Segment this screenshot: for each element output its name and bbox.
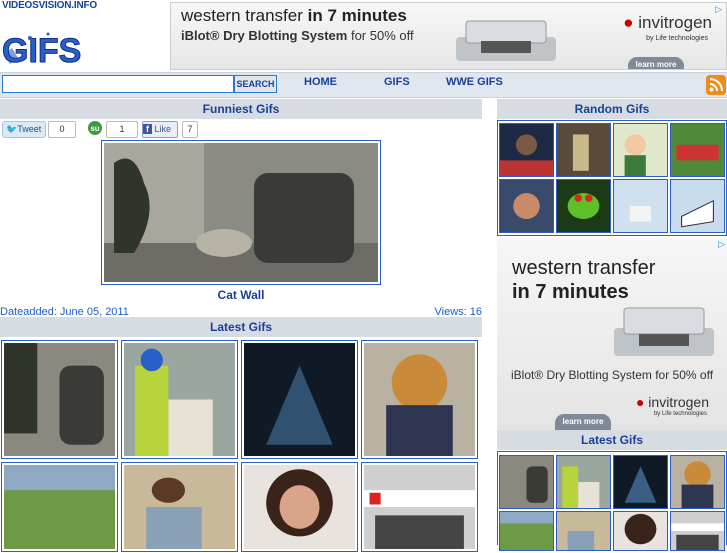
like-count: 7 xyxy=(182,121,198,138)
random-gif-thumbnail[interactable] xyxy=(613,123,668,177)
gif-thumbnail-image xyxy=(671,124,724,176)
gif-thumbnail-image xyxy=(244,465,355,549)
sidebar-gif-thumbnail[interactable] xyxy=(670,455,725,509)
tweet-count: 0 xyxy=(48,121,76,138)
ad-brand-text: invitrogen xyxy=(638,13,712,32)
gif-thumbnail-image xyxy=(614,124,667,176)
random-gif-thumbnail[interactable] xyxy=(556,179,611,233)
gif-thumbnail-image xyxy=(4,465,115,549)
featured-gif-image xyxy=(104,143,378,282)
random-gifs-header: Random Gifs xyxy=(497,99,727,119)
random-gif-thumbnail[interactable] xyxy=(556,123,611,177)
sidebar-ad-product-image xyxy=(614,307,714,356)
gif-thumbnail-image xyxy=(671,456,724,508)
sidebar-latest-gifs-header: Latest Gifs xyxy=(497,430,727,450)
sidebar-gif-thumbnail[interactable] xyxy=(556,511,611,551)
gif-thumbnail-image xyxy=(124,343,235,456)
tweet-label: Tweet xyxy=(17,124,42,134)
gif-thumbnail-image xyxy=(124,465,235,549)
site-logo[interactable]: GIFS GIFS xyxy=(0,24,100,71)
ad-choices-icon[interactable]: ▷ xyxy=(718,239,725,250)
nav-gifs[interactable]: GIFS xyxy=(384,76,410,88)
ad-subline: iBlot® Dry Blotting System for 50% off xyxy=(181,28,414,43)
stumbleupon-icon[interactable]: su xyxy=(88,121,102,135)
site-name[interactable]: VIDEOSVISION.INFO xyxy=(2,0,97,11)
random-gif-thumbnail[interactable] xyxy=(613,179,668,233)
ad-headline-bold: in 7 minutes xyxy=(307,6,407,25)
tweet-button[interactable]: 🐦Tweet xyxy=(2,121,46,138)
gif-thumbnail-image xyxy=(4,343,115,456)
gif-thumbnail-image xyxy=(614,512,667,550)
featured-gif-title[interactable]: Cat Wall xyxy=(0,288,482,302)
ad-product-image xyxy=(456,20,556,61)
gif-thumbnail[interactable] xyxy=(121,462,238,552)
sidebar-banner-ad[interactable]: western transfer in 7 minutes iBlot® Dry … xyxy=(497,238,727,430)
top-banner-ad[interactable]: western transfer in 7 minutes iBlot® Dry… xyxy=(170,2,727,70)
stumble-count: 1 xyxy=(106,121,138,138)
ad-learn-more[interactable]: learn more xyxy=(628,57,684,69)
random-gif-thumbnail[interactable] xyxy=(499,123,554,177)
gif-thumbnail-image xyxy=(557,124,610,176)
gif-thumbnail[interactable] xyxy=(241,462,358,552)
nav-home[interactable]: HOME xyxy=(304,76,337,88)
search-button[interactable]: SEARCH xyxy=(234,75,277,93)
gif-thumbnail-image xyxy=(500,180,553,232)
gif-thumbnail[interactable] xyxy=(1,340,118,459)
ad-brand: ● invitrogen xyxy=(623,13,712,32)
gif-thumbnail-image xyxy=(557,180,610,232)
sidebar-gif-thumbnail[interactable] xyxy=(556,455,611,509)
gif-thumbnail[interactable] xyxy=(1,462,118,552)
gif-thumbnail[interactable] xyxy=(361,340,478,459)
gif-thumbnail-image xyxy=(500,124,553,176)
funniest-gifs-header: Funniest Gifs xyxy=(0,99,482,119)
gif-thumbnail-image xyxy=(671,180,724,232)
sidebar-ad-brand-text: invitrogen xyxy=(648,394,709,410)
facebook-icon: f xyxy=(143,124,152,134)
search-input[interactable] xyxy=(2,75,234,93)
sidebar-ad-headline: western transfer in 7 minutes xyxy=(512,256,655,304)
gif-thumbnail[interactable] xyxy=(121,340,238,459)
gif-thumbnail-image xyxy=(244,343,355,456)
gif-thumbnail[interactable] xyxy=(241,340,358,459)
sidebar-gif-thumbnail[interactable] xyxy=(499,511,554,551)
facebook-like-button[interactable]: f Like xyxy=(142,121,178,138)
sidebar-gif-thumbnail[interactable] xyxy=(670,511,725,551)
ad-brand-by: by Life technologies xyxy=(646,35,708,42)
gif-thumbnail[interactable] xyxy=(361,462,478,552)
ad-headline-text: western transfer xyxy=(181,6,308,25)
gif-thumbnail-image xyxy=(614,456,667,508)
gif-thumbnail-image xyxy=(557,456,610,508)
gif-thumbnail-image xyxy=(364,343,475,456)
sidebar-ad-line1: western transfer xyxy=(512,257,656,279)
sidebar-gif-thumbnail[interactable] xyxy=(613,511,668,551)
nav-wwe-gifs[interactable]: WWE GIFS xyxy=(446,76,503,88)
featured-gif[interactable] xyxy=(101,140,381,285)
twitter-bird-icon: 🐦 xyxy=(6,124,18,134)
rss-icon[interactable] xyxy=(706,75,726,95)
sidebar-gif-thumbnail[interactable] xyxy=(613,455,668,509)
gif-thumbnail-image xyxy=(364,465,475,549)
ad-product-desc: Dry Blotting System xyxy=(219,28,348,43)
like-label: Like xyxy=(154,124,172,134)
sidebar-ad-offer: iBlot® Dry Blotting System for 50% off xyxy=(511,368,714,382)
sidebar-ad-brand-by: by Life technologies xyxy=(653,411,707,417)
sidebar-ad-learn-more[interactable]: learn more xyxy=(555,414,611,430)
random-gif-thumbnail[interactable] xyxy=(670,123,725,177)
sidebar-ad-brand: ● invitrogen xyxy=(635,394,709,410)
gif-thumbnail-image xyxy=(671,512,724,550)
random-gif-thumbnail[interactable] xyxy=(670,179,725,233)
latest-gifs-header: Latest Gifs xyxy=(0,317,482,337)
ad-product: iBlot xyxy=(181,28,210,43)
ad-headline: western transfer in 7 minutes xyxy=(181,6,407,26)
ad-choices-icon[interactable]: ▷ xyxy=(715,4,725,14)
gif-thumbnail-image xyxy=(500,512,553,550)
gif-thumbnail-image xyxy=(500,456,553,508)
svg-text:GIFS: GIFS xyxy=(2,32,81,70)
gif-thumbnail-image xyxy=(614,180,667,232)
sidebar-gif-thumbnail[interactable] xyxy=(499,455,554,509)
random-gif-thumbnail[interactable] xyxy=(499,179,554,233)
ad-offer: for 50% off xyxy=(347,28,414,43)
gif-thumbnail-image xyxy=(557,512,610,550)
